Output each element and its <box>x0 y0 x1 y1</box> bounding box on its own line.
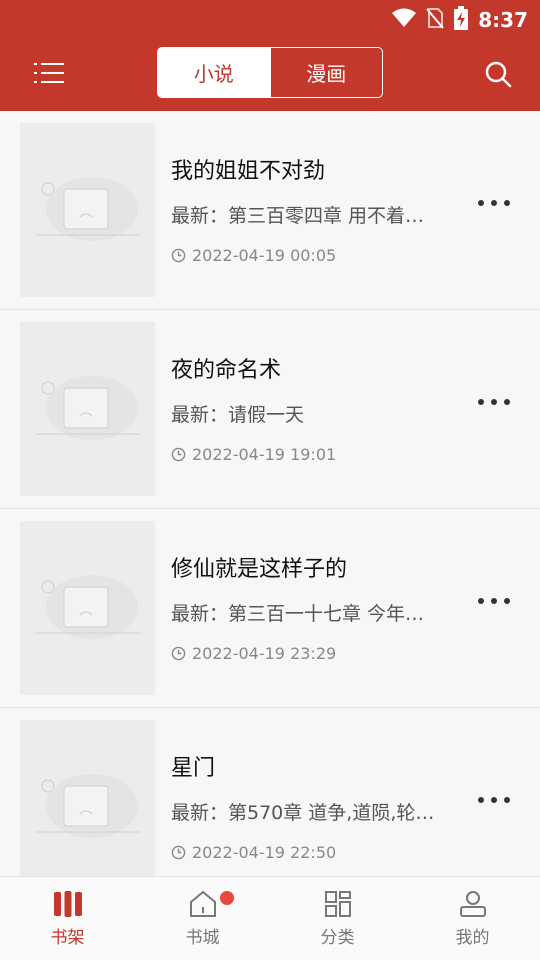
update-time: 2022-04-19 23:29 <box>171 644 336 663</box>
book-item[interactable]: 修仙就是这样子的 最新：第三百一十七章 今年… 2022-04-19 23:29 <box>0 509 540 708</box>
notification-badge <box>220 891 234 905</box>
more-options-button[interactable] <box>478 396 510 408</box>
nav-label: 分类 <box>320 928 355 948</box>
more-options-button[interactable] <box>478 197 510 209</box>
update-time-text: 2022-04-19 22:50 <box>192 843 337 862</box>
empty-folder-icon <box>36 774 140 838</box>
update-time-text: 2022-04-19 00:05 <box>192 246 337 265</box>
nav-category[interactable]: 分类 <box>270 877 405 960</box>
book-cover-placeholder <box>20 123 155 297</box>
status-bar: 8:37 <box>0 0 540 36</box>
nav-label: 书架 <box>50 928 85 948</box>
bottom-navigation: 书架 书城 分类 我的 <box>0 876 540 960</box>
book-title: 夜的命名术 <box>171 358 282 383</box>
book-title: 修仙就是这样子的 <box>171 557 348 582</box>
nav-bookshelf[interactable]: 书架 <box>0 877 135 960</box>
bookshelf-icon <box>53 891 82 917</box>
more-options-button[interactable] <box>478 595 510 607</box>
book-item[interactable]: 夜的命名术 最新：请假一天 2022-04-19 19:01 <box>0 310 540 509</box>
book-title: 星门 <box>171 756 216 781</box>
nav-label: 书城 <box>185 928 220 948</box>
book-cover-placeholder <box>20 720 155 876</box>
book-title: 我的姐姐不对劲 <box>171 159 326 184</box>
search-button[interactable] <box>484 60 512 88</box>
empty-folder-icon <box>36 575 140 639</box>
update-time: 2022-04-19 22:50 <box>171 843 336 862</box>
book-cover-placeholder <box>20 521 155 695</box>
book-item[interactable]: 星门 最新：第570章 道争,道陨,轮… 2022-04-19 22:50 <box>0 708 540 876</box>
book-item[interactable]: 我的姐姐不对劲 最新：第三百零四章 用不着… 2022-04-19 00:05 <box>0 111 540 310</box>
wifi-icon <box>392 8 417 32</box>
grid-icon <box>324 891 351 917</box>
home-icon <box>189 890 216 917</box>
no-sim-icon <box>426 7 445 33</box>
search-icon <box>485 61 512 88</box>
menu-button[interactable] <box>34 60 64 86</box>
update-time-text: 2022-04-19 19:01 <box>192 445 337 464</box>
clock-icon <box>171 646 186 661</box>
empty-folder-icon <box>36 177 140 241</box>
more-options-button[interactable] <box>478 794 510 806</box>
nav-profile[interactable]: 我的 <box>405 877 540 960</box>
user-icon <box>459 891 486 917</box>
nav-bookstore[interactable]: 书城 <box>135 877 270 960</box>
latest-chapter: 最新：请假一天 <box>171 404 305 426</box>
clock-icon <box>171 248 186 263</box>
update-time: 2022-04-19 19:01 <box>171 445 336 464</box>
nav-label: 我的 <box>455 928 490 948</box>
book-cover-placeholder <box>20 322 155 496</box>
tab-comic[interactable]: 漫画 <box>269 48 383 97</box>
category-tabs: 小说 漫画 <box>157 47 383 98</box>
update-time-text: 2022-04-19 23:29 <box>192 644 337 663</box>
status-time: 8:37 <box>478 8 528 32</box>
latest-chapter: 最新：第三百一十七章 今年… <box>171 603 425 625</box>
app-bar: 小说 漫画 <box>0 36 540 111</box>
latest-chapter: 最新：第三百零四章 用不着… <box>171 205 425 227</box>
latest-chapter: 最新：第570章 道争,道陨,轮… <box>171 802 435 824</box>
clock-icon <box>171 447 186 462</box>
battery-charging-icon <box>454 6 469 34</box>
clock-icon <box>171 845 186 860</box>
tab-novel[interactable]: 小说 <box>158 48 270 97</box>
book-list: 我的姐姐不对劲 最新：第三百零四章 用不着… 2022-04-19 00:05 … <box>0 111 540 876</box>
update-time: 2022-04-19 00:05 <box>171 246 336 265</box>
empty-folder-icon <box>36 376 140 440</box>
list-menu-icon <box>34 63 64 83</box>
